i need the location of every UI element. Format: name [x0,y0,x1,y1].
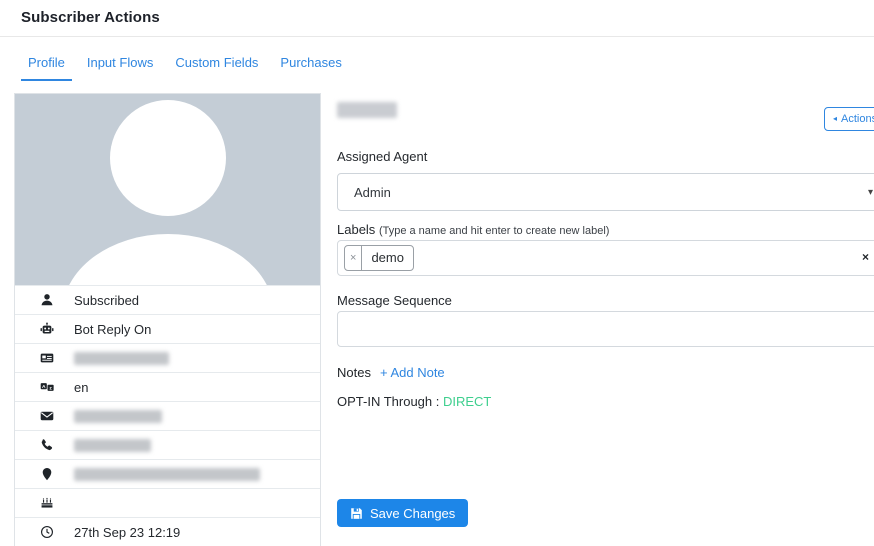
notes-label: Notes [337,365,371,380]
profile-panel: Subscribed Bot Reply On Az en [14,93,321,546]
actions-button-label: Actions [841,113,874,125]
profile-row-subscribed-date: 27th Sep 23 12:19 [15,517,320,546]
clear-labels-icon[interactable]: × [862,250,869,264]
envelope-icon [39,409,54,424]
profile-row-status: Subscribed [15,285,320,314]
save-button-label: Save Changes [370,506,455,521]
svg-text:A: A [41,384,45,390]
profile-row-id [15,343,320,372]
assigned-agent-label: Assigned Agent [337,149,874,164]
notes-row: Notes + Add Note [337,365,874,380]
tab-custom-fields[interactable]: Custom Fields [168,48,265,81]
profile-row-birthday [15,488,320,517]
actions-button[interactable]: ◂ Actions [824,107,874,131]
profile-row-bot-reply: Bot Reply On [15,314,320,343]
optin-value: DIRECT [443,394,491,409]
avatar [15,94,320,285]
assigned-agent-value: Admin [354,185,391,200]
tab-profile[interactable]: Profile [21,48,72,81]
profile-row-phone [15,430,320,459]
page-title: Subscriber Actions [21,9,853,26]
message-sequence-input[interactable] [337,311,874,347]
remove-tag-icon[interactable]: × [345,246,362,270]
profile-row-location [15,459,320,488]
profile-row-label: 27th Sep 23 12:19 [74,525,180,540]
tab-input-flows[interactable]: Input Flows [80,48,160,81]
message-sequence-label: Message Sequence [337,293,874,308]
redacted-text [74,468,260,481]
save-icon [350,507,363,520]
caret-left-icon: ◂ [833,115,837,123]
optin-row: OPT-IN Through : DIRECT [337,394,874,409]
label-tag-text: demo [362,246,413,270]
profile-row-email [15,401,320,430]
labels-hint: (Type a name and hit enter to create new… [379,225,610,237]
avatar-head [110,100,226,216]
redacted-text [74,352,169,365]
language-icon: Az [39,380,54,395]
tab-bar: Profile Input Flows Custom Fields Purcha… [21,48,874,81]
add-note-link[interactable]: + Add Note [380,365,445,380]
redacted-text [74,439,151,452]
assigned-agent-select[interactable]: Admin ▾ [337,173,874,211]
content: Subscribed Bot Reply On Az en [14,93,874,546]
labels-label-text: Labels [337,222,375,237]
subscriber-name-redacted [337,102,397,118]
user-icon [39,293,54,308]
profile-row-label: Subscribed [74,293,139,308]
subscriber-details: ◂ Actions Assigned Agent Admin ▾ Labels … [330,93,874,409]
robot-icon [39,322,54,337]
tab-purchases[interactable]: Purchases [273,48,348,81]
chevron-down-icon: ▾ [868,187,873,198]
location-pin-icon [39,467,54,482]
labels-label: Labels (Type a name and hit enter to cre… [337,222,874,237]
save-changes-button[interactable]: Save Changes [337,499,468,527]
avatar-shoulders [62,234,274,285]
profile-row-label: en [74,380,88,395]
id-card-icon [39,351,54,366]
profile-row-label: Bot Reply On [74,322,151,337]
page-header: Subscriber Actions [0,0,874,37]
label-tag: × demo [344,245,414,271]
clock-icon [39,525,54,540]
optin-label: OPT-IN Through : [337,394,439,409]
phone-icon [39,438,54,453]
labels-input[interactable]: × demo × [337,240,874,276]
profile-row-language: Az en [15,372,320,401]
birthday-cake-icon [39,496,54,511]
redacted-text [74,410,162,423]
